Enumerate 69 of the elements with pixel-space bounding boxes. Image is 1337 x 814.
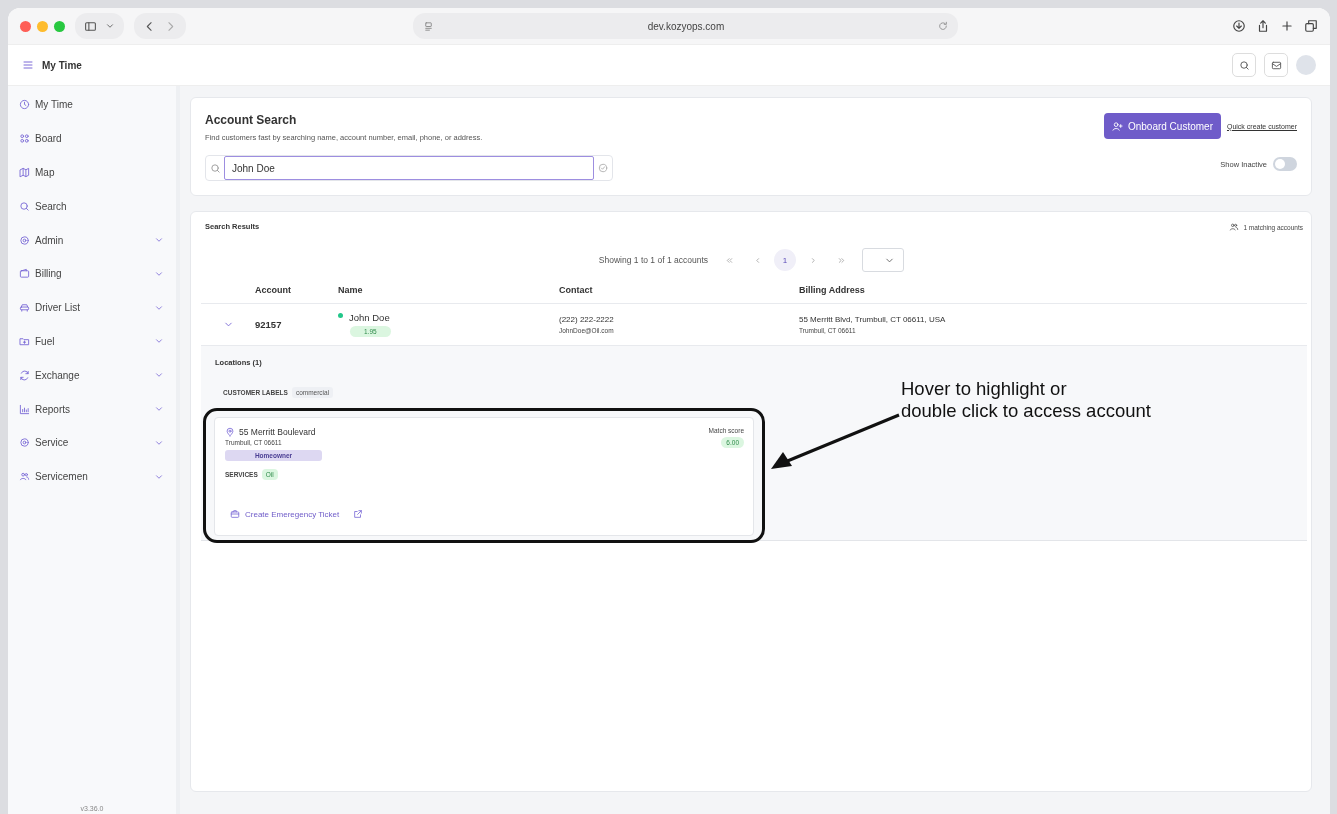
avatar[interactable] xyxy=(1296,55,1316,75)
reload-icon[interactable] xyxy=(938,21,948,31)
refresh-icon xyxy=(19,369,30,381)
column-header: Account xyxy=(255,272,338,304)
search-button[interactable] xyxy=(1232,53,1256,77)
column-header: Contact xyxy=(559,272,799,304)
caret-icon xyxy=(105,21,115,31)
mail-icon xyxy=(1270,59,1282,71)
billing-address: 55 Merritt Blvd, Trumbull, CT 06611, USA xyxy=(799,315,947,324)
wallet-icon xyxy=(19,268,30,280)
pagination-summary: Showing 1 to 1 of 1 accounts xyxy=(598,255,708,265)
annotation-text: Hover to highlight or double click to access account xyxy=(901,378,1151,423)
onboard-customer-button[interactable]: Onboard Customer xyxy=(1103,113,1221,139)
sidebar-item[interactable]: Fuel xyxy=(8,324,176,359)
sidebar-item[interactable]: Billing xyxy=(8,257,176,291)
minimize-window-button[interactable] xyxy=(37,20,48,32)
address-bar[interactable]: dev.kozyops.com xyxy=(413,13,958,39)
sidebar-item[interactable]: Admin xyxy=(8,223,176,257)
sidebar-item[interactable]: Exchange xyxy=(8,358,176,393)
tabs-icon[interactable] xyxy=(1304,19,1318,33)
pin-icon xyxy=(225,427,235,437)
people-icon xyxy=(1229,222,1240,232)
map-icon xyxy=(19,167,30,178)
menu-icon[interactable] xyxy=(22,59,34,71)
car-icon xyxy=(19,302,30,314)
sidebar-toggle-button[interactable] xyxy=(75,13,124,39)
people-icon xyxy=(19,471,30,483)
sidebar-item[interactable]: Service xyxy=(8,425,176,460)
zoom-window-button[interactable] xyxy=(54,20,65,32)
search-icon xyxy=(1238,59,1250,71)
first-page-icon[interactable] xyxy=(724,255,734,265)
bar-chart-icon xyxy=(19,403,30,415)
sidebar-item[interactable]: Board xyxy=(8,121,176,156)
download-icon[interactable] xyxy=(1232,19,1246,33)
sidebar-item[interactable]: Map xyxy=(8,155,176,190)
street-address: 55 Merritt Boulevard xyxy=(239,427,316,437)
folder-icon xyxy=(19,335,30,347)
sidebar-item[interactable]: Reports xyxy=(8,392,176,426)
search-icon xyxy=(209,162,221,174)
page-button[interactable]: 1 xyxy=(774,249,796,271)
grid-icon xyxy=(19,133,30,145)
phone-number: (222) 222-2222 xyxy=(559,315,615,324)
sidebar-item[interactable]: My Time xyxy=(8,88,176,122)
sidebar-item[interactable]: Servicemen xyxy=(8,459,176,494)
last-page-icon[interactable] xyxy=(836,255,846,265)
briefcase-icon xyxy=(230,509,240,519)
account-number: 92157 xyxy=(255,319,283,330)
emergency-ticket-link[interactable]: Create Emeregency Ticket xyxy=(230,509,340,519)
status-dot xyxy=(338,313,343,318)
plus-icon[interactable] xyxy=(1280,19,1294,33)
search-icon xyxy=(19,200,30,212)
close-window-button[interactable] xyxy=(20,20,31,32)
column-header: Name xyxy=(338,272,559,304)
page-size-dropdown[interactable] xyxy=(862,248,904,272)
external-link-icon[interactable] xyxy=(353,509,364,519)
share-icon[interactable] xyxy=(1256,19,1270,33)
check-circle-icon[interactable] xyxy=(598,163,608,173)
customer-name: John Doe xyxy=(349,312,390,323)
sidebar-item[interactable]: Search xyxy=(8,189,176,224)
mail-button[interactable] xyxy=(1264,53,1288,77)
search-field[interactable]: John Doe xyxy=(224,156,594,180)
page-icon xyxy=(423,20,434,32)
add-user-icon xyxy=(1111,120,1123,132)
clock-icon xyxy=(19,99,30,111)
column-header: Billing Address xyxy=(799,272,1307,304)
page-title: My Time xyxy=(42,59,82,71)
card-title: Account Search xyxy=(205,113,298,127)
sidebar-item[interactable]: Driver List xyxy=(8,290,176,325)
sidebar-icon xyxy=(84,19,97,33)
